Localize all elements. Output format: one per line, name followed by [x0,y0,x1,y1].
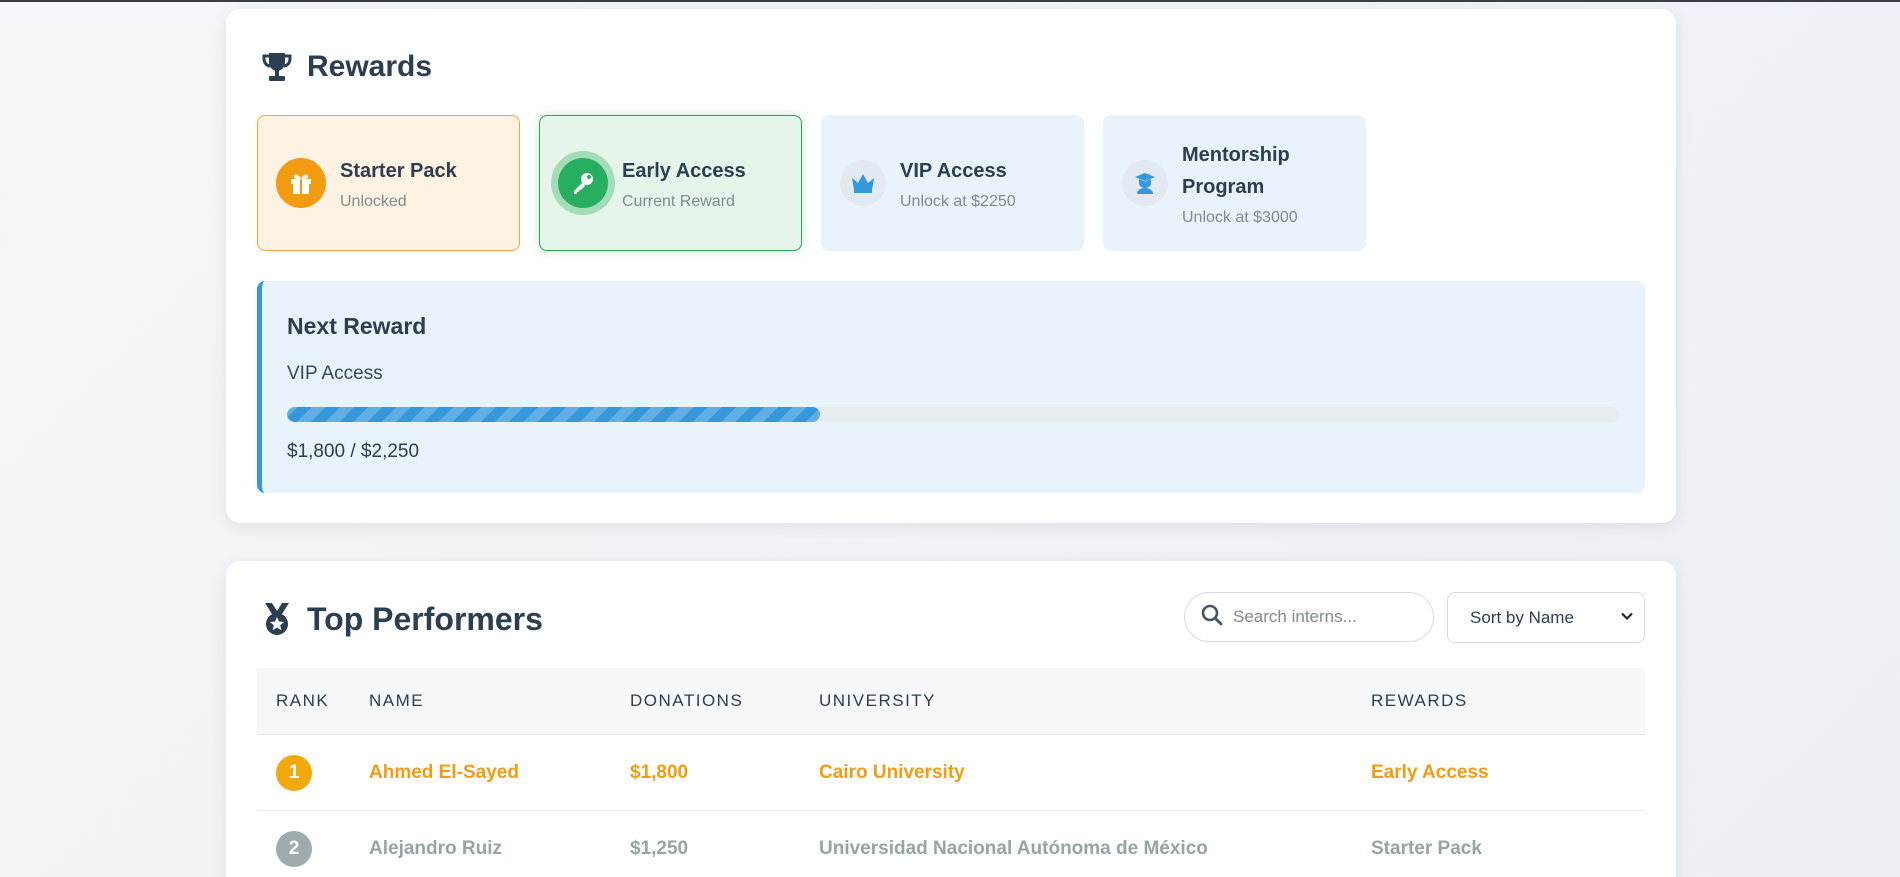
tier-starter-pack[interactable]: Starter Pack Unlocked [257,115,520,251]
tier-name: Starter Pack [340,160,457,182]
donation-amount: $1,250 [630,837,689,859]
tier-name: VIP Access [900,160,1007,182]
tier-status: Unlock at $3000 [1182,209,1298,226]
search-icon [1201,604,1223,631]
tier-status: Unlocked [340,193,407,210]
table-header: RANK NAME DONATIONS UNIVERSITY REWARDS [257,668,1645,735]
column-header-donations[interactable]: DONATIONS [630,691,819,711]
column-header-name[interactable]: NAME [369,691,630,711]
intern-name: Alejandro Ruiz [369,837,503,859]
trophy-icon [257,47,297,87]
tier-vip-access[interactable]: VIP Access Unlock at $2250 [821,115,1084,251]
table-row[interactable]: 2 Alejandro Ruiz $1,250 Universidad Naci… [257,811,1645,877]
next-reward-panel: Next Reward VIP Access $1,800 / $2,250 [257,281,1645,493]
rank-badge: 2 [276,830,312,867]
tier-name: Mentorship Program [1182,139,1298,203]
intern-name: Ahmed El-Sayed [369,761,519,783]
performers-title: Top Performers [307,600,543,637]
university-name: Universidad Nacional Autónoma de México [819,837,1208,859]
column-header-rank[interactable]: RANK [257,691,369,711]
progress-text: $1,800 / $2,250 [287,441,420,462]
table-row[interactable]: 1 Ahmed El-Sayed $1,800 Cairo University… [257,735,1645,811]
tier-mentorship-program[interactable]: Mentorship Program Unlock at $3000 [1103,115,1366,251]
tier-status: Unlock at $2250 [900,193,1016,210]
tier-early-access[interactable]: Early Access Current Reward [539,115,802,251]
key-icon [558,158,608,208]
progress-fill [287,407,820,422]
tier-name: Early Access [622,160,746,182]
performers-card: Top Performers Sort by Name RANK NAME DO… [226,561,1676,877]
performers-table: RANK NAME DONATIONS UNIVERSITY REWARDS 1… [257,668,1645,877]
rewards-title: Rewards [307,50,433,83]
rewards-heading: Rewards [257,47,432,87]
university-name: Cairo University [819,761,965,783]
sort-select-value: Sort by Name [1470,607,1574,627]
crown-icon [840,160,886,206]
reward-tiers: Starter Pack Unlocked Early Access Curre… [257,115,1366,251]
tier-name-line2: Program [1182,176,1265,198]
medal-icon [257,599,297,639]
tier-status: Current Reward [622,193,735,210]
sort-select[interactable]: Sort by Name [1447,592,1645,643]
reward-name: Early Access [1371,761,1489,783]
performers-heading: Top Performers [257,599,543,639]
donation-amount: $1,800 [630,761,689,783]
gift-icon [276,158,326,208]
search-box[interactable] [1184,592,1434,642]
tier-name-line1: Mentorship [1182,144,1290,166]
next-reward-title: Next Reward [287,313,427,339]
graduate-icon [1122,160,1168,206]
search-input[interactable] [1233,607,1423,627]
progress-bar [287,407,1619,422]
column-header-rewards[interactable]: REWARDS [1371,691,1645,711]
column-header-university[interactable]: UNIVERSITY [819,691,1371,711]
chevron-down-icon [1620,608,1634,628]
next-reward-name: VIP Access [287,363,383,384]
reward-name: Starter Pack [1371,837,1482,859]
rank-badge: 1 [276,754,312,791]
rewards-card: Rewards Starter Pack Unlocked Early Acce… [226,9,1676,523]
